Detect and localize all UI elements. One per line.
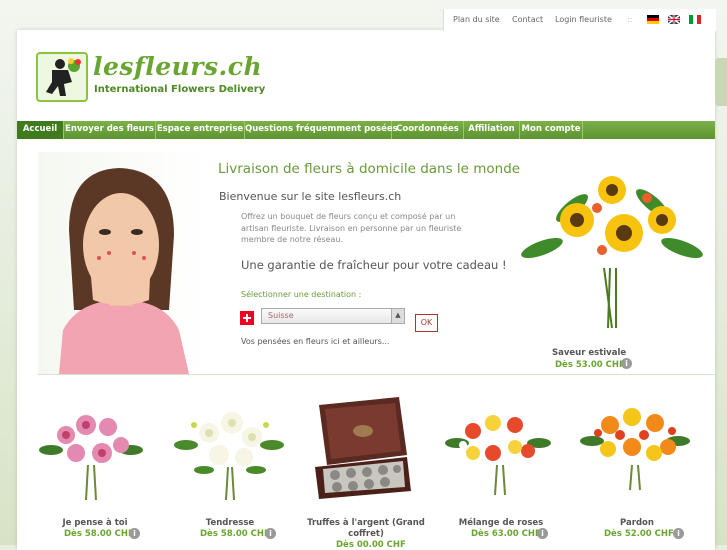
nav-contact-details[interactable]: Coordonnées (392, 121, 464, 139)
uk-flag-icon[interactable] (668, 15, 680, 24)
product-name[interactable]: Truffes à l'argent (Grand coffret) (296, 518, 436, 540)
info-icon[interactable]: i (537, 528, 548, 539)
product-price: Dès 52.00 CHF (604, 529, 674, 539)
nav-business[interactable]: Espace entreprise (156, 121, 245, 139)
destination-label: Sélectionner une destination : (241, 290, 362, 299)
woman-photo (39, 160, 202, 374)
product-name[interactable]: Mélange de roses (431, 518, 571, 529)
sitemap-link[interactable]: Plan du site (453, 15, 500, 24)
brand-title[interactable]: lesfleurs.ch (93, 52, 262, 81)
login-florist-link[interactable]: Login fleuriste (555, 15, 612, 24)
product-image-je-pense-a-toi[interactable] (36, 395, 146, 505)
contact-link[interactable]: Contact (512, 15, 543, 24)
product-name[interactable]: Pardon (567, 518, 707, 529)
welcome-text: Bienvenue sur le site lesfleurs.ch (219, 190, 402, 203)
nav-faq[interactable]: Questions fréquemment posées (245, 121, 398, 139)
ok-button[interactable]: OK (415, 314, 438, 332)
featured-product-price: Dès 53.00 CHF (555, 360, 625, 370)
hero-heading: Livraison de fleurs à domicile dans le m… (218, 161, 521, 177)
main-nav: Accueil Envoyer des fleurs Espace entrep… (17, 121, 715, 139)
italian-flag-icon[interactable] (689, 15, 701, 24)
product-price: Dès 63.00 CHF (471, 529, 541, 539)
brand-subtitle: International Flowers Delivery (94, 84, 266, 95)
product-name[interactable]: Tendresse (160, 518, 300, 529)
freshness-guarantee: Une garantie de fraîcheur pour votre cad… (241, 258, 507, 272)
separator: :: (627, 15, 633, 24)
featured-product-name[interactable]: Saveur estivale (552, 348, 626, 358)
hero-tagline: Vos pensées en fleurs ici et ailleurs... (241, 337, 390, 346)
nav-affiliation[interactable]: Affiliation (464, 121, 520, 139)
chevron-down-icon[interactable]: ▲ (391, 309, 404, 323)
product-name[interactable]: Je pense à toi (25, 518, 165, 529)
info-icon[interactable]: i (673, 528, 684, 539)
logo-icon[interactable] (36, 52, 88, 102)
product-image-melange-de-roses[interactable] (443, 395, 553, 505)
product-price: Dès 58.00 CHF (200, 529, 270, 539)
destination-value: Suisse (268, 311, 294, 320)
product-image-tendresse[interactable] (174, 395, 284, 505)
side-tab[interactable] (715, 58, 727, 106)
top-links-bar: Plan du site Contact Login fleuriste :: (443, 9, 716, 31)
destination-select[interactable]: Suisse ▲ (261, 308, 405, 324)
info-icon[interactable]: i (265, 528, 276, 539)
product-price: Dès 00.00 CHF (336, 540, 406, 550)
product-image-truffes[interactable] (307, 395, 417, 505)
hero-description: Offrez un bouquet de fleurs conçu et com… (241, 212, 462, 244)
product-price: Dès 58.00 CHF (64, 529, 134, 539)
swiss-flag-icon (240, 311, 254, 325)
info-icon[interactable]: i (129, 528, 140, 539)
product-image-pardon[interactable] (580, 395, 690, 505)
info-icon[interactable]: i (621, 358, 632, 369)
german-flag-icon[interactable] (647, 15, 659, 24)
nav-account[interactable]: Mon compte (520, 121, 583, 139)
nav-home[interactable]: Accueil (17, 121, 64, 139)
nav-send-flowers[interactable]: Envoyer des fleurs (64, 121, 156, 139)
featured-bouquet-image[interactable] (512, 158, 708, 333)
